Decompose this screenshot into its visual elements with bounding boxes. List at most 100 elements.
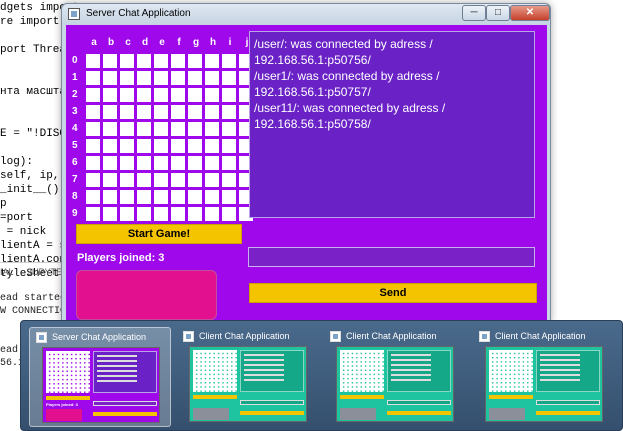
board-cell[interactable] [154, 105, 168, 119]
board-cell[interactable] [103, 139, 117, 153]
board-cell[interactable] [171, 54, 185, 68]
board-cell[interactable] [188, 207, 202, 221]
board-cell[interactable] [103, 105, 117, 119]
board-cell[interactable] [205, 156, 219, 170]
board-cell[interactable] [103, 54, 117, 68]
send-button[interactable]: Send [249, 283, 537, 303]
board-cell[interactable] [205, 207, 219, 221]
board-cell[interactable] [222, 139, 236, 153]
board-cell[interactable] [120, 139, 134, 153]
board-cell[interactable] [103, 190, 117, 204]
board-cell[interactable] [154, 139, 168, 153]
board-cell[interactable] [137, 88, 151, 102]
board-cell[interactable] [154, 122, 168, 136]
board-cell[interactable] [205, 71, 219, 85]
board-cell[interactable] [103, 207, 117, 221]
board-cell[interactable] [205, 122, 219, 136]
taskbar-thumbnail[interactable]: Client Chat Application [177, 327, 319, 427]
board-cell[interactable] [222, 156, 236, 170]
chat-log[interactable]: /user/: was connected by adress / 192.16… [249, 31, 535, 218]
board-cell[interactable] [205, 88, 219, 102]
board-cell[interactable] [120, 156, 134, 170]
board-cell[interactable] [171, 173, 185, 187]
board-cell[interactable] [188, 88, 202, 102]
board-cell[interactable] [86, 139, 100, 153]
board-cell[interactable] [222, 122, 236, 136]
board-cell[interactable] [86, 122, 100, 136]
board-cell[interactable] [222, 54, 236, 68]
board-cell[interactable] [222, 88, 236, 102]
board-cell[interactable] [171, 122, 185, 136]
title-bar[interactable]: Server Chat Application ─ □ ✕ [62, 4, 550, 25]
board-cell[interactable] [188, 122, 202, 136]
board-cell[interactable] [188, 190, 202, 204]
board-cell[interactable] [222, 173, 236, 187]
board-cell[interactable] [154, 54, 168, 68]
board-cell[interactable] [188, 105, 202, 119]
board-cell[interactable] [120, 122, 134, 136]
board-cell[interactable] [154, 207, 168, 221]
board-cell[interactable] [171, 190, 185, 204]
board-cell[interactable] [171, 156, 185, 170]
board-cell[interactable] [222, 71, 236, 85]
board-cell[interactable] [86, 71, 100, 85]
board-cell[interactable] [171, 207, 185, 221]
board-cell[interactable] [222, 190, 236, 204]
board-cell[interactable] [137, 190, 151, 204]
board-cell[interactable] [120, 105, 134, 119]
board-cell[interactable] [222, 207, 236, 221]
board-cell[interactable] [171, 88, 185, 102]
board-cell[interactable] [188, 139, 202, 153]
board-cell[interactable] [205, 105, 219, 119]
maximize-button[interactable]: □ [486, 5, 510, 21]
board-cell[interactable] [137, 71, 151, 85]
board-cell[interactable] [86, 156, 100, 170]
board-cell[interactable] [86, 54, 100, 68]
board-cell[interactable] [86, 190, 100, 204]
minimize-button[interactable]: ─ [462, 5, 486, 21]
board-cell[interactable] [154, 156, 168, 170]
ide-tab[interactable]: IAL [0, 267, 14, 277]
taskbar-thumbnail[interactable]: Client Chat Application [473, 327, 615, 427]
board-cell[interactable] [137, 139, 151, 153]
board-cell[interactable] [205, 139, 219, 153]
board-cell[interactable] [103, 88, 117, 102]
board-cell[interactable] [137, 207, 151, 221]
message-input[interactable] [248, 247, 535, 267]
board-cell[interactable] [171, 105, 185, 119]
board-cell[interactable] [120, 71, 134, 85]
board-cell[interactable] [103, 71, 117, 85]
board-cell[interactable] [137, 105, 151, 119]
taskbar-thumbnail[interactable]: Client Chat Application [324, 327, 466, 427]
board-cell[interactable] [120, 88, 134, 102]
board-cell[interactable] [86, 88, 100, 102]
board-cell[interactable] [188, 173, 202, 187]
board-cell[interactable] [86, 207, 100, 221]
start-game-button[interactable]: Start Game! [76, 224, 242, 244]
board-cell[interactable] [171, 139, 185, 153]
board-cell[interactable] [205, 190, 219, 204]
board-cell[interactable] [154, 88, 168, 102]
board-cell[interactable] [154, 71, 168, 85]
taskbar-thumbnail[interactable]: Server Chat Application Players joined: 3 [29, 327, 171, 427]
close-button[interactable]: ✕ [510, 5, 550, 21]
board-cell[interactable] [103, 156, 117, 170]
board-cell[interactable] [86, 173, 100, 187]
board-cell[interactable] [137, 173, 151, 187]
board-cell[interactable] [222, 105, 236, 119]
board-cell[interactable] [188, 156, 202, 170]
board-cell[interactable] [188, 71, 202, 85]
board-cell[interactable] [120, 207, 134, 221]
board-cell[interactable] [120, 54, 134, 68]
board-cell[interactable] [120, 173, 134, 187]
board-cell[interactable] [103, 122, 117, 136]
board-cell[interactable] [137, 122, 151, 136]
board-cell[interactable] [86, 105, 100, 119]
board-cell[interactable] [137, 54, 151, 68]
board-cell[interactable] [120, 190, 134, 204]
board-cell[interactable] [154, 190, 168, 204]
board-cell[interactable] [154, 173, 168, 187]
board-cell[interactable] [103, 173, 117, 187]
board-cell[interactable] [171, 71, 185, 85]
board-cell[interactable] [188, 54, 202, 68]
